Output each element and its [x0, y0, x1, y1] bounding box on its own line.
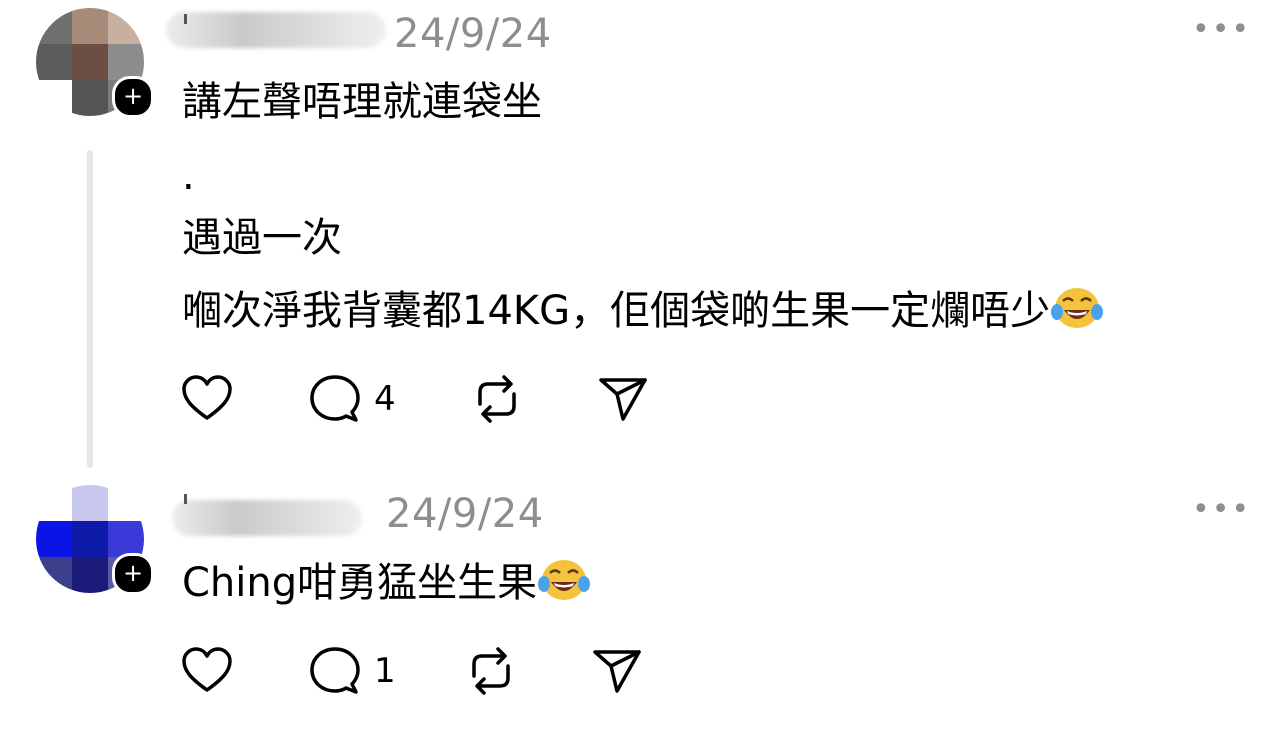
post-timestamp: 24/9/24 — [394, 11, 552, 57]
post-text-line-with-emoji: 嗰次淨我背囊都14KG，佢個袋啲生果一定爛唔少 — [182, 284, 1104, 335]
username-fragment — [184, 494, 187, 504]
post-text-line-with-emoji: Ching咁勇猛坐生果 — [182, 556, 591, 607]
post-text-line: . — [182, 153, 195, 199]
post-timestamp: 24/9/24 — [386, 491, 544, 537]
face-with-tears-of-joy-icon — [538, 560, 591, 600]
more-options-button[interactable]: ••• — [1192, 15, 1249, 45]
avatar[interactable]: + — [36, 485, 156, 595]
follow-plus-icon[interactable]: + — [112, 76, 154, 118]
reply-post: + 24/9/24 ••• 講左聲唔理就連袋坐 . 遇過一次 嗰次淨我背囊都14… — [0, 0, 1270, 475]
post-text-line: 講左聲唔理就連袋坐 — [182, 79, 542, 125]
reply-count: 1 — [374, 651, 396, 691]
post-text: Ching咁勇猛坐生果 — [182, 560, 538, 606]
like-button[interactable] — [180, 644, 234, 698]
reply-button[interactable]: 1 — [308, 644, 396, 698]
repost-button[interactable] — [470, 372, 524, 426]
comment-icon — [310, 647, 360, 694]
repost-icon — [472, 647, 510, 695]
threads-replies-screen: + 24/9/24 ••• 講左聲唔理就連袋坐 . 遇過一次 嗰次淨我背囊都14… — [0, 0, 1284, 732]
post-text: 嗰次淨我背囊都14KG，佢個袋啲生果一定爛唔少 — [182, 288, 1051, 334]
reply-count: 4 — [374, 379, 396, 419]
share-button[interactable] — [596, 372, 650, 426]
heart-icon — [182, 375, 232, 420]
post-actions-bar: 4 — [180, 372, 680, 426]
blurred-username[interactable] — [172, 500, 362, 536]
repost-icon — [478, 375, 516, 423]
repost-button[interactable] — [464, 644, 518, 698]
follow-plus-icon[interactable]: + — [112, 553, 154, 595]
send-icon — [599, 378, 647, 421]
reply-button[interactable]: 4 — [308, 372, 396, 426]
comment-icon — [310, 375, 360, 422]
avatar[interactable]: + — [36, 8, 156, 118]
like-button[interactable] — [180, 372, 234, 426]
send-icon — [593, 650, 641, 693]
reply-post: + 24/9/24 ••• Ching咁勇猛坐生果 1 — [0, 480, 1270, 732]
blurred-username[interactable] — [166, 12, 386, 48]
post-text-line: 遇過一次 — [182, 215, 342, 261]
username-fragment — [184, 14, 187, 24]
thread-connector-line — [87, 150, 93, 468]
more-options-button[interactable]: ••• — [1192, 495, 1249, 525]
post-actions-bar: 1 — [180, 644, 680, 698]
face-with-tears-of-joy-icon — [1051, 288, 1104, 328]
share-button[interactable] — [590, 644, 644, 698]
heart-icon — [182, 647, 232, 692]
